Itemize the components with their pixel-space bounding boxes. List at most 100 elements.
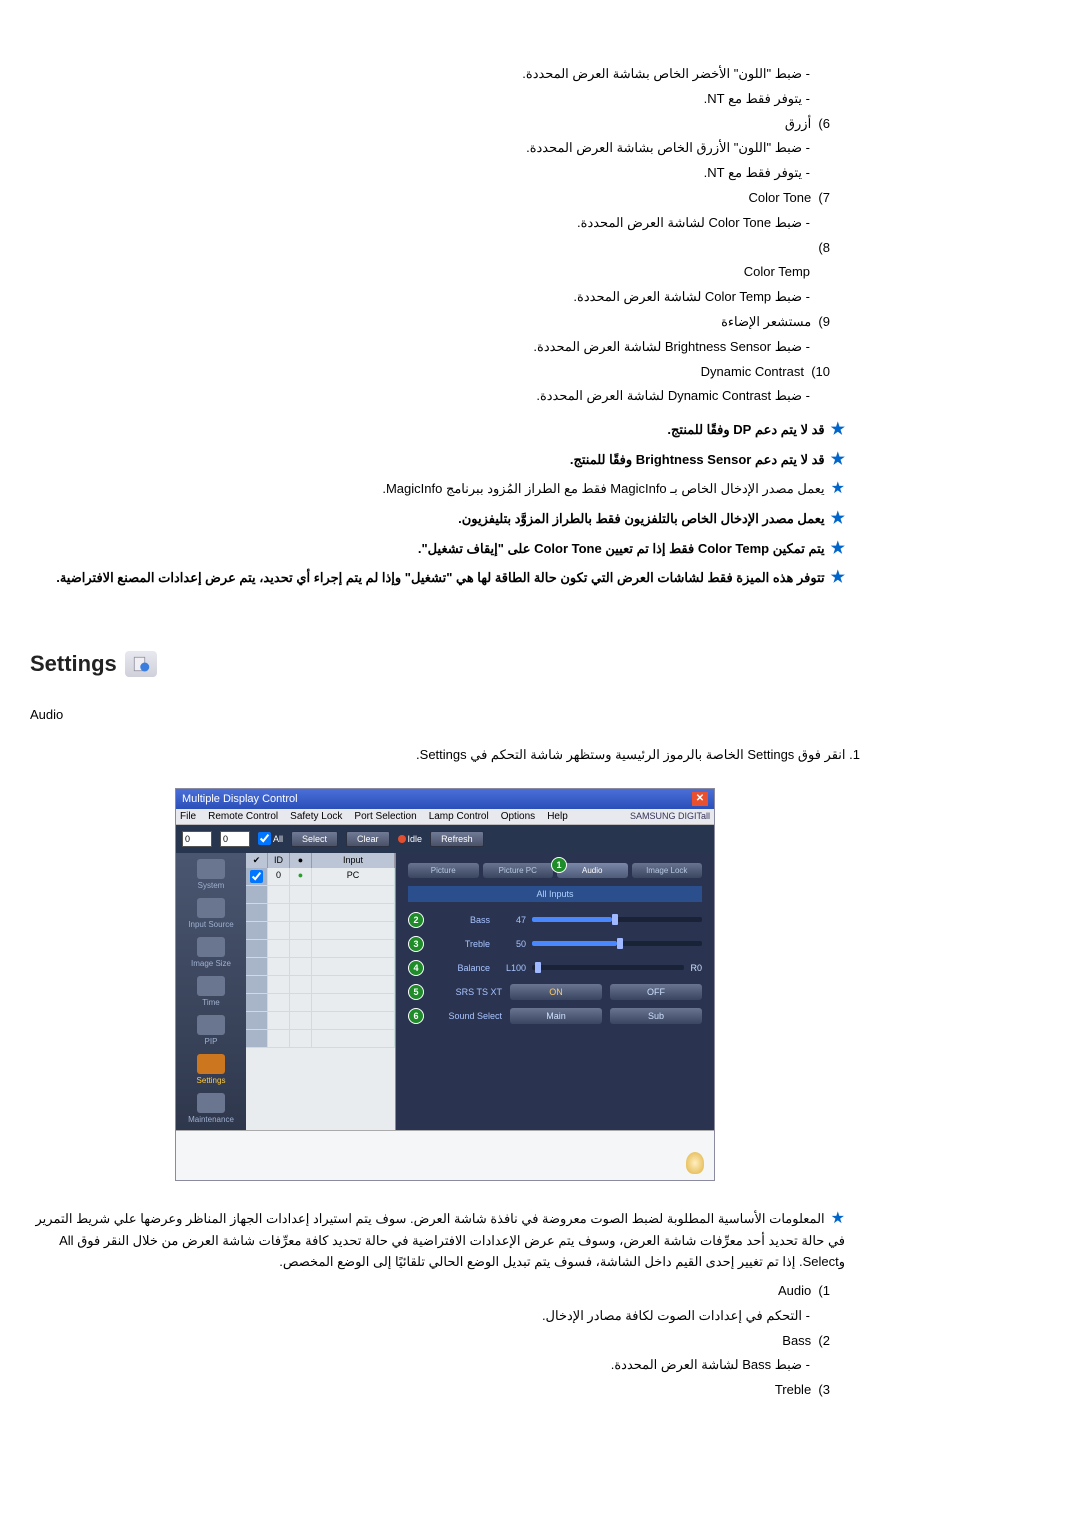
menubar: File Remote Control Safety Lock Port Sel… <box>176 809 714 825</box>
sound-main-button[interactable]: Main <box>510 1008 602 1024</box>
menu-remote[interactable]: Remote Control <box>208 811 278 822</box>
star-notes: ★قد لا يتم دعم DP وفقًا للمنتج. ★قد لا ي… <box>30 417 860 591</box>
table-row <box>246 994 395 1012</box>
star-note: ★تتوفر هذه الميزة فقط لشاشات العرض التي … <box>30 565 860 591</box>
slider-bass: 2 Bass 47 <box>408 912 702 928</box>
all-checkbox[interactable]: All <box>258 832 283 845</box>
list-dash: - يتوفر فقط مع NT. <box>30 163 860 184</box>
menu-help[interactable]: Help <box>547 811 568 822</box>
list-dash: - ضبط Dynamic Contrast لشاشة العرض المحد… <box>30 386 860 407</box>
brand-label: SAMSUNG DIGITall <box>630 811 710 822</box>
field-1[interactable] <box>182 831 212 847</box>
sidebar-item-image[interactable]: Image Size <box>191 937 231 968</box>
table-row <box>246 904 395 922</box>
row-sound-select: 6 Sound Select Main Sub <box>408 1008 702 1024</box>
bass-slider[interactable] <box>532 917 702 922</box>
image-icon <box>197 937 225 957</box>
badge-1: 1 <box>551 857 567 873</box>
log-pane <box>176 1130 714 1180</box>
clear-button[interactable]: Clear <box>346 831 390 847</box>
tab-picture[interactable]: Picture <box>408 863 479 878</box>
star-note: ★يعمل مصدر الإدخال الخاص بالتلفزيون فقط … <box>30 506 860 532</box>
row-srs: 5 SRS TS XT ON OFF <box>408 984 702 1000</box>
audio-label: Audio <box>30 707 860 722</box>
menu-file[interactable]: File <box>180 811 196 822</box>
dialog-figure: Multiple Display Control ✕ File Remote C… <box>30 788 860 1181</box>
star-icon: ★ <box>831 480 845 497</box>
list-dash: - ضبط "اللون" الأزرق الخاص بشاشة العرض ا… <box>30 138 860 159</box>
list-num: 10) Dynamic Contrast <box>30 362 860 383</box>
table-row <box>246 1030 395 1048</box>
star-note: ★يعمل مصدر الإدخال الخاص بـ MagicInfo فق… <box>30 476 860 502</box>
settings-title: Settings <box>30 651 117 677</box>
badge-3: 3 <box>408 936 424 952</box>
list-num: 9) مستشعر الإضاءة <box>30 312 860 333</box>
idle-radio[interactable]: Idle <box>398 834 423 844</box>
settings-paper-icon <box>125 651 157 677</box>
col-status: ● <box>290 853 312 868</box>
table-row[interactable]: 0 ● PC <box>246 868 395 886</box>
sidebar-item-settings[interactable]: Settings <box>197 1054 226 1085</box>
srs-on-button[interactable]: ON <box>510 984 602 1000</box>
list-dash: - ضبط "اللون" الأخضر الخاص بشاشة العرض ا… <box>30 64 860 85</box>
tab-picture-pc[interactable]: Picture PC <box>483 863 554 878</box>
col-input: Input <box>312 853 395 868</box>
list-num: 6) أزرق <box>30 114 860 135</box>
wrench-icon <box>197 1093 225 1113</box>
refresh-button[interactable]: Refresh <box>430 831 484 847</box>
slider-balance: 4 Balance L100 R0 <box>408 960 702 976</box>
sidebar-item-system[interactable]: System <box>197 859 225 890</box>
table-row <box>246 922 395 940</box>
star-icon: ★ <box>831 451 845 468</box>
all-inputs-label: All Inputs <box>408 886 702 902</box>
menu-lamp[interactable]: Lamp Control <box>429 811 489 822</box>
list-num: 1) Audio <box>30 1281 860 1302</box>
main-area: System Input Source Image Size Time PIP … <box>176 853 714 1130</box>
table-row <box>246 886 395 904</box>
bottom-list: 1) Audio - التحكم في إعدادات الصوت لكافة… <box>30 1281 860 1401</box>
tab-image-lock[interactable]: Image Lock <box>632 863 703 878</box>
star-icon: ★ <box>831 569 845 586</box>
field-2[interactable] <box>220 831 250 847</box>
select-button[interactable]: Select <box>291 831 338 847</box>
tab-audio[interactable]: 1Audio <box>557 863 628 878</box>
titlebar: Multiple Display Control ✕ <box>176 789 714 809</box>
sound-sub-button[interactable]: Sub <box>610 1008 702 1024</box>
treble-slider[interactable] <box>532 941 702 946</box>
menu-safety[interactable]: Safety Lock <box>290 811 342 822</box>
star-icon: ★ <box>831 540 845 557</box>
menu-port[interactable]: Port Selection <box>354 811 416 822</box>
document-body: - ضبط "اللون" الأخضر الخاص بشاشة العرض ا… <box>30 64 860 1401</box>
topbar: All Select Clear Idle Refresh <box>176 825 714 853</box>
list-dash: - ضبط Color Temp لشاشة العرض المحددة. <box>30 287 860 308</box>
menu-options[interactable]: Options <box>501 811 535 822</box>
badge-6: 6 <box>408 1008 424 1024</box>
grid-pane: ✔ ID ● Input 0 ● PC <box>246 853 396 1130</box>
col-check: ✔ <box>246 853 268 868</box>
list-num: 7) Color Tone <box>30 188 860 209</box>
list-num: 8) <box>30 238 860 259</box>
table-row <box>246 1012 395 1030</box>
list-num: 2) Bass <box>30 1331 860 1352</box>
badge-5: 5 <box>408 984 424 1000</box>
mdc-window: Multiple Display Control ✕ File Remote C… <box>175 788 715 1181</box>
table-row <box>246 940 395 958</box>
balance-slider[interactable] <box>532 965 684 970</box>
star-icon: ★ <box>831 510 845 527</box>
tabs: Picture Picture PC 1Audio Image Lock <box>408 863 702 878</box>
clock-icon <box>197 976 225 996</box>
slider-treble: 3 Treble 50 <box>408 936 702 952</box>
close-icon[interactable]: ✕ <box>692 792 708 806</box>
window-title: Multiple Display Control <box>182 793 298 805</box>
sidebar-item-time[interactable]: Time <box>197 976 225 1007</box>
pip-icon <box>197 1015 225 1035</box>
srs-off-button[interactable]: OFF <box>610 984 702 1000</box>
sidebar-item-input[interactable]: Input Source <box>188 898 233 929</box>
sidebar-item-maintenance[interactable]: Maintenance <box>188 1093 234 1124</box>
sidebar-item-pip[interactable]: PIP <box>197 1015 225 1046</box>
row-check[interactable] <box>250 870 263 883</box>
top-list: - ضبط "اللون" الأخضر الخاص بشاشة العرض ا… <box>30 64 860 407</box>
list-dash: - ضبط Bass لشاشة العرض المحددة. <box>30 1355 860 1376</box>
star-note: ★قد لا يتم دعم Brightness Sensor وفقًا ل… <box>30 447 860 473</box>
badge-2: 2 <box>408 912 424 928</box>
